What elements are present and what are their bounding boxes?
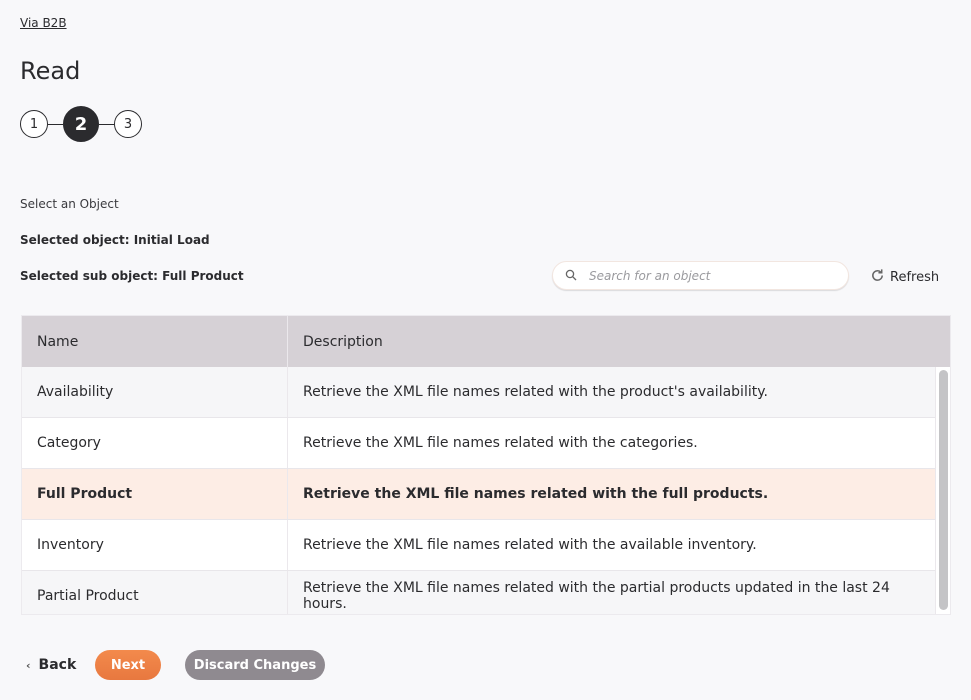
cell-name: Partial Product	[22, 571, 288, 614]
step-3[interactable]: 3	[114, 110, 142, 138]
chevron-left-icon: ‹	[26, 658, 31, 672]
page-title: Read	[20, 57, 81, 85]
table-row[interactable]: Availability Retrieve the XML file names…	[22, 367, 936, 418]
select-object-label: Select an Object	[20, 197, 119, 211]
step-connector	[99, 123, 114, 125]
refresh-label: Refresh	[890, 270, 940, 285]
selected-sub-object-label: Selected sub object: Full Product	[20, 269, 244, 283]
cell-description: Retrieve the XML file names related with…	[303, 384, 768, 400]
search-box[interactable]	[552, 261, 849, 290]
table-row[interactable]: Inventory Retrieve the XML file names re…	[22, 520, 936, 571]
cell-description: Retrieve the XML file names related with…	[303, 580, 890, 612]
search-icon	[565, 266, 577, 285]
table-header: Name Description	[22, 316, 950, 367]
stepper: 1 2 3	[20, 106, 142, 142]
back-label: Back	[38, 657, 77, 673]
selected-object-label: Selected object: Initial Load	[20, 233, 210, 247]
breadcrumb-link[interactable]: Via B2B	[20, 16, 67, 30]
cell-name: Availability	[22, 367, 288, 417]
objects-table: Name Description Availability Retrieve t…	[21, 315, 951, 615]
table-body: Availability Retrieve the XML file names…	[22, 367, 936, 614]
step-2-active[interactable]: 2	[63, 106, 99, 142]
cell-name: Inventory	[22, 520, 288, 570]
back-button[interactable]: ‹ Back	[26, 657, 76, 673]
table-row[interactable]: Partial Product Retrieve the XML file na…	[22, 571, 936, 614]
next-button[interactable]: Next	[95, 650, 161, 680]
step-1[interactable]: 1	[20, 110, 48, 138]
column-header-description[interactable]: Description	[288, 316, 950, 367]
step-connector	[48, 123, 63, 125]
scrollbar-thumb[interactable]	[939, 370, 948, 610]
cell-description: Retrieve the XML file names related with…	[303, 435, 698, 451]
refresh-icon	[870, 268, 890, 287]
discard-changes-button[interactable]: Discard Changes	[185, 650, 325, 680]
cell-name: Full Product	[22, 469, 288, 519]
cell-description: Retrieve the XML file names related with…	[303, 486, 769, 502]
refresh-button[interactable]: Refresh	[870, 268, 939, 287]
cell-description: Retrieve the XML file names related with…	[303, 537, 757, 553]
table-row-selected[interactable]: Full Product Retrieve the XML file names…	[22, 469, 936, 520]
cell-name: Category	[22, 418, 288, 468]
table-row[interactable]: Category Retrieve the XML file names rel…	[22, 418, 936, 469]
search-input[interactable]	[587, 267, 827, 284]
column-header-name[interactable]: Name	[22, 316, 288, 367]
